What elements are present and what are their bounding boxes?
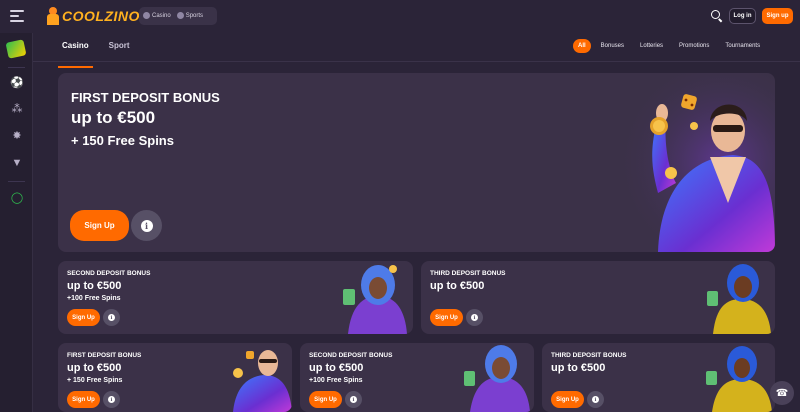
card-amount: up to €500	[309, 362, 364, 374]
card-extra: +100 Free Spins	[309, 377, 363, 384]
chat-icon[interactable]: ◯	[11, 192, 23, 204]
card-extra: +100 Free Spins	[67, 295, 121, 302]
basketball-icon[interactable]: ⚽	[10, 77, 24, 89]
filter-lotteries[interactable]: Lotteries	[634, 39, 669, 53]
card-amount: up to €500	[430, 280, 485, 292]
promo-card: THIRD DEPOSIT BONUS up to €500 Sign Up i	[421, 261, 775, 334]
card-character-illustration	[707, 264, 771, 334]
login-button[interactable]: Log in	[729, 8, 756, 24]
hero-signup-button[interactable]: Sign Up	[70, 210, 129, 241]
filter-all[interactable]: All	[573, 39, 591, 53]
card-signup-button[interactable]: Sign Up	[551, 391, 584, 408]
gamepad-icon[interactable]: ▼	[11, 157, 23, 169]
info-icon[interactable]: i	[103, 309, 120, 326]
info-icon[interactable]: i	[345, 391, 362, 408]
sports-icon	[176, 12, 184, 20]
card-signup-button[interactable]: Sign Up	[430, 309, 463, 326]
filter-bonuses[interactable]: Bonuses	[595, 39, 630, 53]
tab-divider	[33, 61, 800, 62]
logo-mark-icon	[46, 6, 60, 26]
card-title: THIRD DEPOSIT BONUS	[430, 270, 506, 277]
support-icon[interactable]: ☎	[770, 381, 794, 405]
card-title: SECOND DEPOSIT BONUS	[67, 270, 151, 277]
mode-switch[interactable]: Casino Sports	[139, 7, 217, 25]
card-amount: up to €500	[551, 362, 606, 374]
card-signup-button[interactable]: Sign Up	[67, 309, 100, 326]
hero-promo-banner: FIRST DEPOSIT BONUS up to €500 + 150 Fre…	[58, 73, 775, 252]
card-character-illustration	[233, 350, 292, 412]
logo[interactable]: COOLZINO	[46, 6, 140, 26]
sidebar: ⚽ ⁂ ✸ ▼ ◯	[0, 33, 33, 412]
tab-sport[interactable]: Sport	[105, 38, 134, 60]
hero-title: FIRST DEPOSIT BONUS	[71, 90, 220, 105]
promo-filters: All Bonuses Lotteries Promotions Tournam…	[573, 39, 766, 53]
sidebar-divider	[8, 67, 25, 68]
category-tabs: Casino Sport	[58, 38, 134, 68]
info-icon[interactable]: i	[587, 391, 604, 408]
sport-icon[interactable]	[5, 39, 27, 59]
card-signup-button[interactable]: Sign Up	[67, 391, 100, 408]
menu-icon[interactable]	[10, 10, 24, 22]
filter-promotions[interactable]: Promotions	[673, 39, 715, 53]
logo-text: COOLZINO	[62, 8, 140, 24]
promo-card: THIRD DEPOSIT BONUS up to €500 Sign Up i	[542, 343, 775, 412]
live-icon[interactable]: ⁂	[11, 103, 23, 115]
mode-sports-label: Sports	[185, 13, 204, 20]
hero-extra: + 150 Free Spins	[71, 133, 174, 148]
soccer-icon[interactable]: ✸	[11, 130, 23, 142]
mode-sports[interactable]: Sports	[176, 12, 204, 20]
card-title: SECOND DEPOSIT BONUS	[309, 352, 393, 359]
sidebar-divider	[8, 181, 25, 182]
promo-card: FIRST DEPOSIT BONUS up to €500 + 150 Fre…	[58, 343, 292, 412]
search-icon[interactable]	[711, 10, 723, 23]
info-icon[interactable]: i	[131, 210, 162, 241]
card-character-illustration	[706, 346, 772, 412]
card-signup-button[interactable]: Sign Up	[309, 391, 342, 408]
tab-casino[interactable]: Casino	[58, 38, 93, 68]
hero-character-illustration	[598, 73, 775, 252]
card-character-illustration	[464, 345, 530, 412]
card-extra: + 150 Free Spins	[67, 377, 123, 384]
filter-tournaments[interactable]: Tournaments	[719, 39, 766, 53]
card-title: THIRD DEPOSIT BONUS	[551, 352, 627, 359]
card-amount: up to €500	[67, 280, 122, 292]
info-icon[interactable]: i	[466, 309, 483, 326]
card-amount: up to €500	[67, 362, 122, 374]
mode-casino[interactable]: Casino	[143, 12, 171, 20]
promo-card: SECOND DEPOSIT BONUS up to €500 +100 Fre…	[300, 343, 534, 412]
card-title: FIRST DEPOSIT BONUS	[67, 352, 142, 359]
promo-card: SECOND DEPOSIT BONUS up to €500 +100 Fre…	[58, 261, 413, 334]
hero-amount: up to €500	[71, 108, 156, 127]
mode-casino-label: Casino	[152, 13, 171, 20]
card-character-illustration	[343, 265, 407, 334]
casino-icon	[143, 12, 150, 20]
top-bar: COOLZINO Casino Sports Log in Sign up	[0, 0, 800, 33]
info-icon[interactable]: i	[103, 391, 120, 408]
signup-button[interactable]: Sign up	[762, 8, 793, 24]
